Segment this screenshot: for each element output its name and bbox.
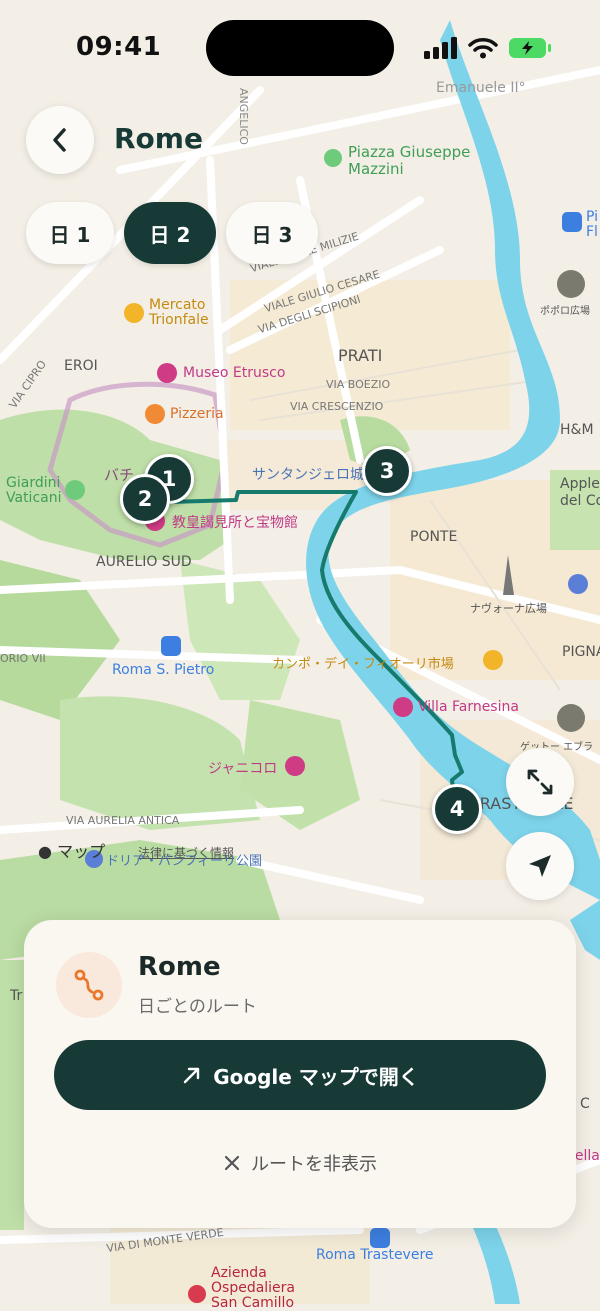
cellular-signal-icon — [424, 37, 457, 59]
map-label-museum: 教皇謁見所と宝物館 — [172, 515, 298, 531]
route-marker-2[interactable]: 2 — [120, 474, 170, 524]
map-label-mercato: Mercato Trionfale — [149, 297, 209, 328]
hide-route-label: ルートを非表示 — [251, 1154, 377, 1175]
route-card: Rome 日ごとのルート Google マップで開く ルートを非表示 — [24, 920, 576, 1228]
day-tabs: 日 1 日 2 日 3 — [26, 202, 318, 264]
map-label-prati: PRATI — [338, 346, 383, 365]
map-label-gregorio: ORIO VII — [0, 652, 46, 665]
card-subtitle: 日ごとのルート — [138, 997, 257, 1017]
arrow-up-right-icon — [183, 1067, 200, 1084]
status-time: 09:41 — [76, 32, 162, 62]
map-label-navona: ナヴォーナ広場 — [470, 602, 547, 615]
map-label-apple: Apple del Co — [560, 476, 600, 509]
route-icon-wrapper — [56, 952, 122, 1018]
battery-charging-icon — [509, 38, 551, 58]
map-label-giardini: Giardini Vaticani — [6, 475, 62, 506]
apple-icon: ● — [38, 842, 52, 861]
tab-day-1[interactable]: 日 1 — [26, 202, 114, 264]
map-label-tr: Tr — [10, 988, 23, 1004]
map-label-campo: カンポ・デイ・フィオーリ市場 — [272, 657, 454, 672]
status-bar: 09:41 — [0, 0, 600, 96]
hide-route-button[interactable]: ルートを非表示 — [24, 1150, 576, 1176]
route-marker-3[interactable]: 3 — [362, 446, 412, 496]
map-label-flaminio: Pi Fl — [586, 209, 599, 240]
tab-day-2[interactable]: 日 2 — [124, 202, 216, 264]
back-button[interactable] — [26, 106, 94, 174]
chevron-left-icon — [53, 128, 66, 152]
route-icon — [74, 969, 104, 1001]
map-label-museo-etrusco: Museo Etrusco — [183, 365, 286, 381]
map-label-aurelia-antica: VIA AURELIA ANTICA — [66, 814, 180, 827]
expand-icon — [527, 769, 553, 795]
locate-me-button[interactable] — [506, 832, 574, 900]
map-label-pizzeria: Pizzeria — [170, 406, 224, 422]
map-label-pigna: PIGNA — [562, 644, 600, 660]
expand-map-button[interactable] — [506, 748, 574, 816]
map-label-eroi: EROI — [64, 358, 98, 374]
close-icon — [224, 1155, 240, 1171]
location-arrow-icon — [529, 855, 551, 877]
open-google-maps-button[interactable]: Google マップで開く — [54, 1040, 546, 1110]
map-label-farnesina: Villa Farnesina — [418, 699, 519, 715]
route-marker-4[interactable]: 4 — [432, 784, 482, 834]
map-label-boezio: VIA BOEZIO — [326, 378, 391, 391]
map-label-hm: H&M — [560, 422, 594, 438]
page-title: Rome — [114, 122, 203, 155]
map-label-ponte: PONTE — [410, 529, 458, 545]
map-label-crescenzio: VIA CRESCENZIO — [290, 400, 384, 413]
map-label-popolo: ポポロ広場 — [540, 306, 590, 317]
status-icons — [424, 36, 552, 60]
wifi-icon — [468, 38, 498, 59]
maps-brand-label: マップ — [57, 842, 106, 861]
card-title: Rome — [138, 952, 221, 982]
tab-day-3[interactable]: 日 3 — [226, 202, 318, 264]
dynamic-island — [206, 20, 394, 76]
map-label-ospedale: Azienda Ospedaliera San Camillo — [211, 1265, 296, 1311]
map-label-angelico: ANGELICO — [237, 88, 250, 145]
map-label-roma-pietro: Roma S. Pietro — [112, 662, 215, 678]
map-label-roma-trastevere: Roma Trastevere — [316, 1247, 434, 1263]
map-label-c: C — [580, 1096, 590, 1112]
map-label-aurelio: AURELIO SUD — [96, 554, 192, 570]
map-label-piazza-mazzini: Piazza Giuseppe Mazzini — [348, 143, 471, 178]
map-label-pamphili: ドリア・パンフィーリ公園 — [106, 854, 263, 869]
apple-maps-logo: ● マップ — [38, 838, 105, 862]
open-google-maps-label: Google マップで開く — [213, 1064, 419, 1089]
map-label-santangelo: サンタンジェロ城 — [252, 467, 364, 483]
map-label-gianicolo: ジャニコロ — [208, 761, 278, 777]
